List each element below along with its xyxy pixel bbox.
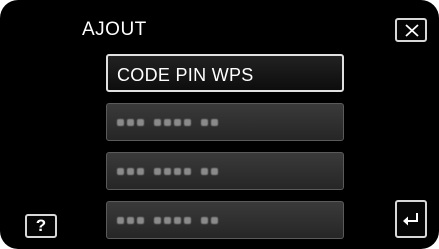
help-button[interactable]: ? xyxy=(25,214,57,238)
menu-item-pin-entry-1[interactable] xyxy=(106,103,344,141)
menu-item-label: CODE PIN WPS xyxy=(117,65,254,85)
screen: AJOUT CODE PIN WPS ? xyxy=(0,0,439,249)
question-mark-icon: ? xyxy=(35,216,47,235)
close-button[interactable] xyxy=(395,18,427,42)
back-arrow-icon xyxy=(403,213,418,226)
close-icon xyxy=(405,24,419,37)
blurred-pin-code xyxy=(117,168,218,175)
page-title: AJOUT xyxy=(82,19,147,40)
blurred-pin-code xyxy=(117,119,218,126)
back-button[interactable] xyxy=(395,200,427,238)
blurred-pin-code xyxy=(117,217,218,224)
menu-item-pin-entry-3[interactable] xyxy=(106,201,344,239)
menu-item-wps-pin-code[interactable]: CODE PIN WPS xyxy=(106,54,344,92)
menu-item-pin-entry-2[interactable] xyxy=(106,152,344,190)
